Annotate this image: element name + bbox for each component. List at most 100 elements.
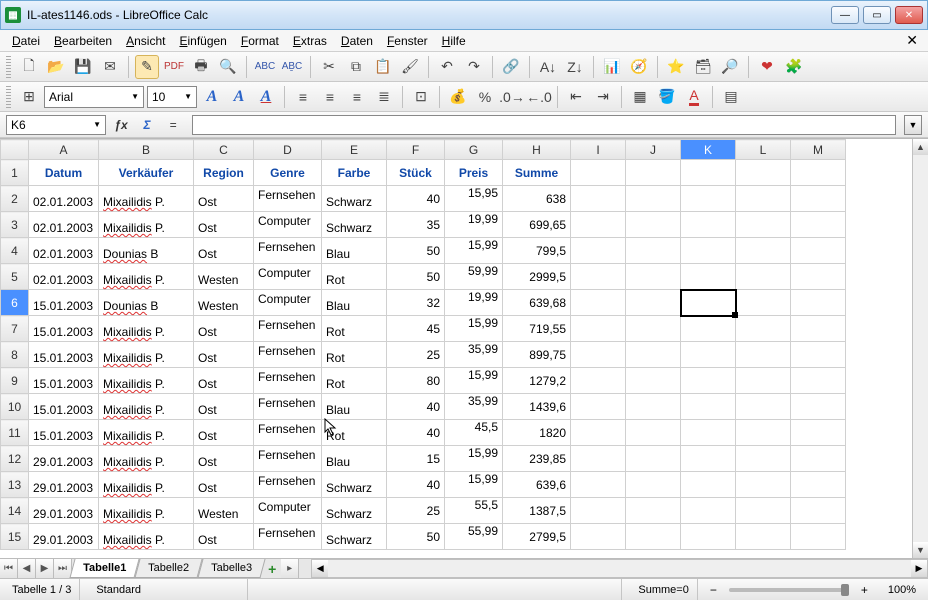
cell-A1[interactable]: Datum [29,160,99,186]
menu-daten[interactable]: Daten [335,32,379,50]
cell-L2[interactable] [736,186,791,212]
cell-K8[interactable] [681,342,736,368]
cell-L6[interactable] [736,290,791,316]
cell-B12[interactable]: Mixailidis P. [99,446,194,472]
cell-M2[interactable] [791,186,846,212]
remove-decimal-button[interactable]: ←.0 [527,85,551,109]
percent-button[interactable]: % [473,85,497,109]
cell-K12[interactable] [681,446,736,472]
cell-L5[interactable] [736,264,791,290]
cell-A9[interactable]: 15.01.2003 [29,368,99,394]
cell-B7[interactable]: Mixailidis P. [99,316,194,342]
chart-button[interactable]: 📊 [600,55,624,79]
cell-I9[interactable] [571,368,626,394]
cell-M4[interactable] [791,238,846,264]
cell-E5[interactable]: Rot [322,264,387,290]
underline-button[interactable]: A [254,85,278,109]
cell-H14[interactable]: 1387,5 [503,498,571,524]
row-header-5[interactable]: 5 [1,264,29,290]
cell-L4[interactable] [736,238,791,264]
cell-J11[interactable] [626,420,681,446]
sort-asc-button[interactable]: A↓ [536,55,560,79]
cell-L1[interactable] [736,160,791,186]
row-header-9[interactable]: 9 [1,368,29,394]
cell-F6[interactable]: 32 [387,290,445,316]
cell-D2[interactable]: Fernsehen [254,186,322,212]
cell-G14[interactable]: 55,5 [445,498,503,524]
col-header-H[interactable]: H [503,140,571,160]
cell-J1[interactable] [626,160,681,186]
cell-K2[interactable] [681,186,736,212]
cell-F9[interactable]: 80 [387,368,445,394]
cell-E9[interactable]: Rot [322,368,387,394]
align-right-button[interactable]: ≡ [345,85,369,109]
cell-H10[interactable]: 1439,6 [503,394,571,420]
cell-A6[interactable]: 15.01.2003 [29,290,99,316]
cell-E2[interactable]: Schwarz [322,186,387,212]
cell-J2[interactable] [626,186,681,212]
cell-H1[interactable]: Summe [503,160,571,186]
zoom-button[interactable]: 🔎 [718,55,742,79]
cell-G4[interactable]: 15,99 [445,238,503,264]
align-justify-button[interactable]: ≣ [372,85,396,109]
cell-J6[interactable] [626,290,681,316]
col-header-K[interactable]: K [681,140,736,160]
cell-C1[interactable]: Region [194,160,254,186]
spellcheck-button[interactable]: ABC [253,55,277,79]
row-header-3[interactable]: 3 [1,212,29,238]
cell-B1[interactable]: Verkäufer [99,160,194,186]
function-wizard-button[interactable]: ƒx [110,115,132,135]
spreadsheet-grid[interactable]: ABCDEFGHIJKLM 1DatumVerkäuferRegionGenre… [0,139,846,550]
cell-G11[interactable]: 45,5 [445,420,503,446]
menu-datei[interactable]: Datei [6,32,46,50]
row-header-15[interactable]: 15 [1,524,29,550]
cell-K1[interactable] [681,160,736,186]
cell-L13[interactable] [736,472,791,498]
cell-M9[interactable] [791,368,846,394]
cell-E1[interactable]: Farbe [322,160,387,186]
cell-C7[interactable]: Ost [194,316,254,342]
gallery-button[interactable]: ⭐ [664,55,688,79]
save-button[interactable]: 💾 [71,55,95,79]
cell-H5[interactable]: 2999,5 [503,264,571,290]
cell-F5[interactable]: 50 [387,264,445,290]
cell-C5[interactable]: Westen [194,264,254,290]
tab-nav-first[interactable]: ⏮ [0,559,18,578]
decrease-indent-button[interactable]: ⇤ [564,85,588,109]
cell-M1[interactable] [791,160,846,186]
cell-D15[interactable]: Fernsehen [254,524,322,550]
cell-G15[interactable]: 55,99 [445,524,503,550]
cell-A5[interactable]: 02.01.2003 [29,264,99,290]
cell-M5[interactable] [791,264,846,290]
menu-format[interactable]: Format [235,32,285,50]
col-header-E[interactable]: E [322,140,387,160]
minimize-button[interactable]: — [831,6,859,24]
cell-C12[interactable]: Ost [194,446,254,472]
horizontal-scrollbar[interactable]: ◀ ▶ [311,559,928,578]
cell-B15[interactable]: Mixailidis P. [99,524,194,550]
cell-F11[interactable]: 40 [387,420,445,446]
cell-G2[interactable]: 15,95 [445,186,503,212]
cell-F14[interactable]: 25 [387,498,445,524]
col-header-B[interactable]: B [99,140,194,160]
export-pdf-button[interactable]: PDF [162,55,186,79]
cell-I10[interactable] [571,394,626,420]
cell-J15[interactable] [626,524,681,550]
zoom-slider[interactable] [729,588,849,592]
col-header-C[interactable]: C [194,140,254,160]
cell-D14[interactable]: Computer [254,498,322,524]
close-button[interactable]: ✕ [895,6,923,24]
cell-M13[interactable] [791,472,846,498]
cell-A7[interactable]: 15.01.2003 [29,316,99,342]
cell-F2[interactable]: 40 [387,186,445,212]
align-left-button[interactable]: ≡ [291,85,315,109]
zoom-in-button[interactable]: + [857,583,872,597]
cell-E12[interactable]: Blau [322,446,387,472]
cell-I8[interactable] [571,342,626,368]
cell-E10[interactable]: Blau [322,394,387,420]
cell-K5[interactable] [681,264,736,290]
cell-K15[interactable] [681,524,736,550]
cell-H12[interactable]: 239,85 [503,446,571,472]
cell-name-box[interactable]: K6▼ [6,115,106,135]
cell-J3[interactable] [626,212,681,238]
